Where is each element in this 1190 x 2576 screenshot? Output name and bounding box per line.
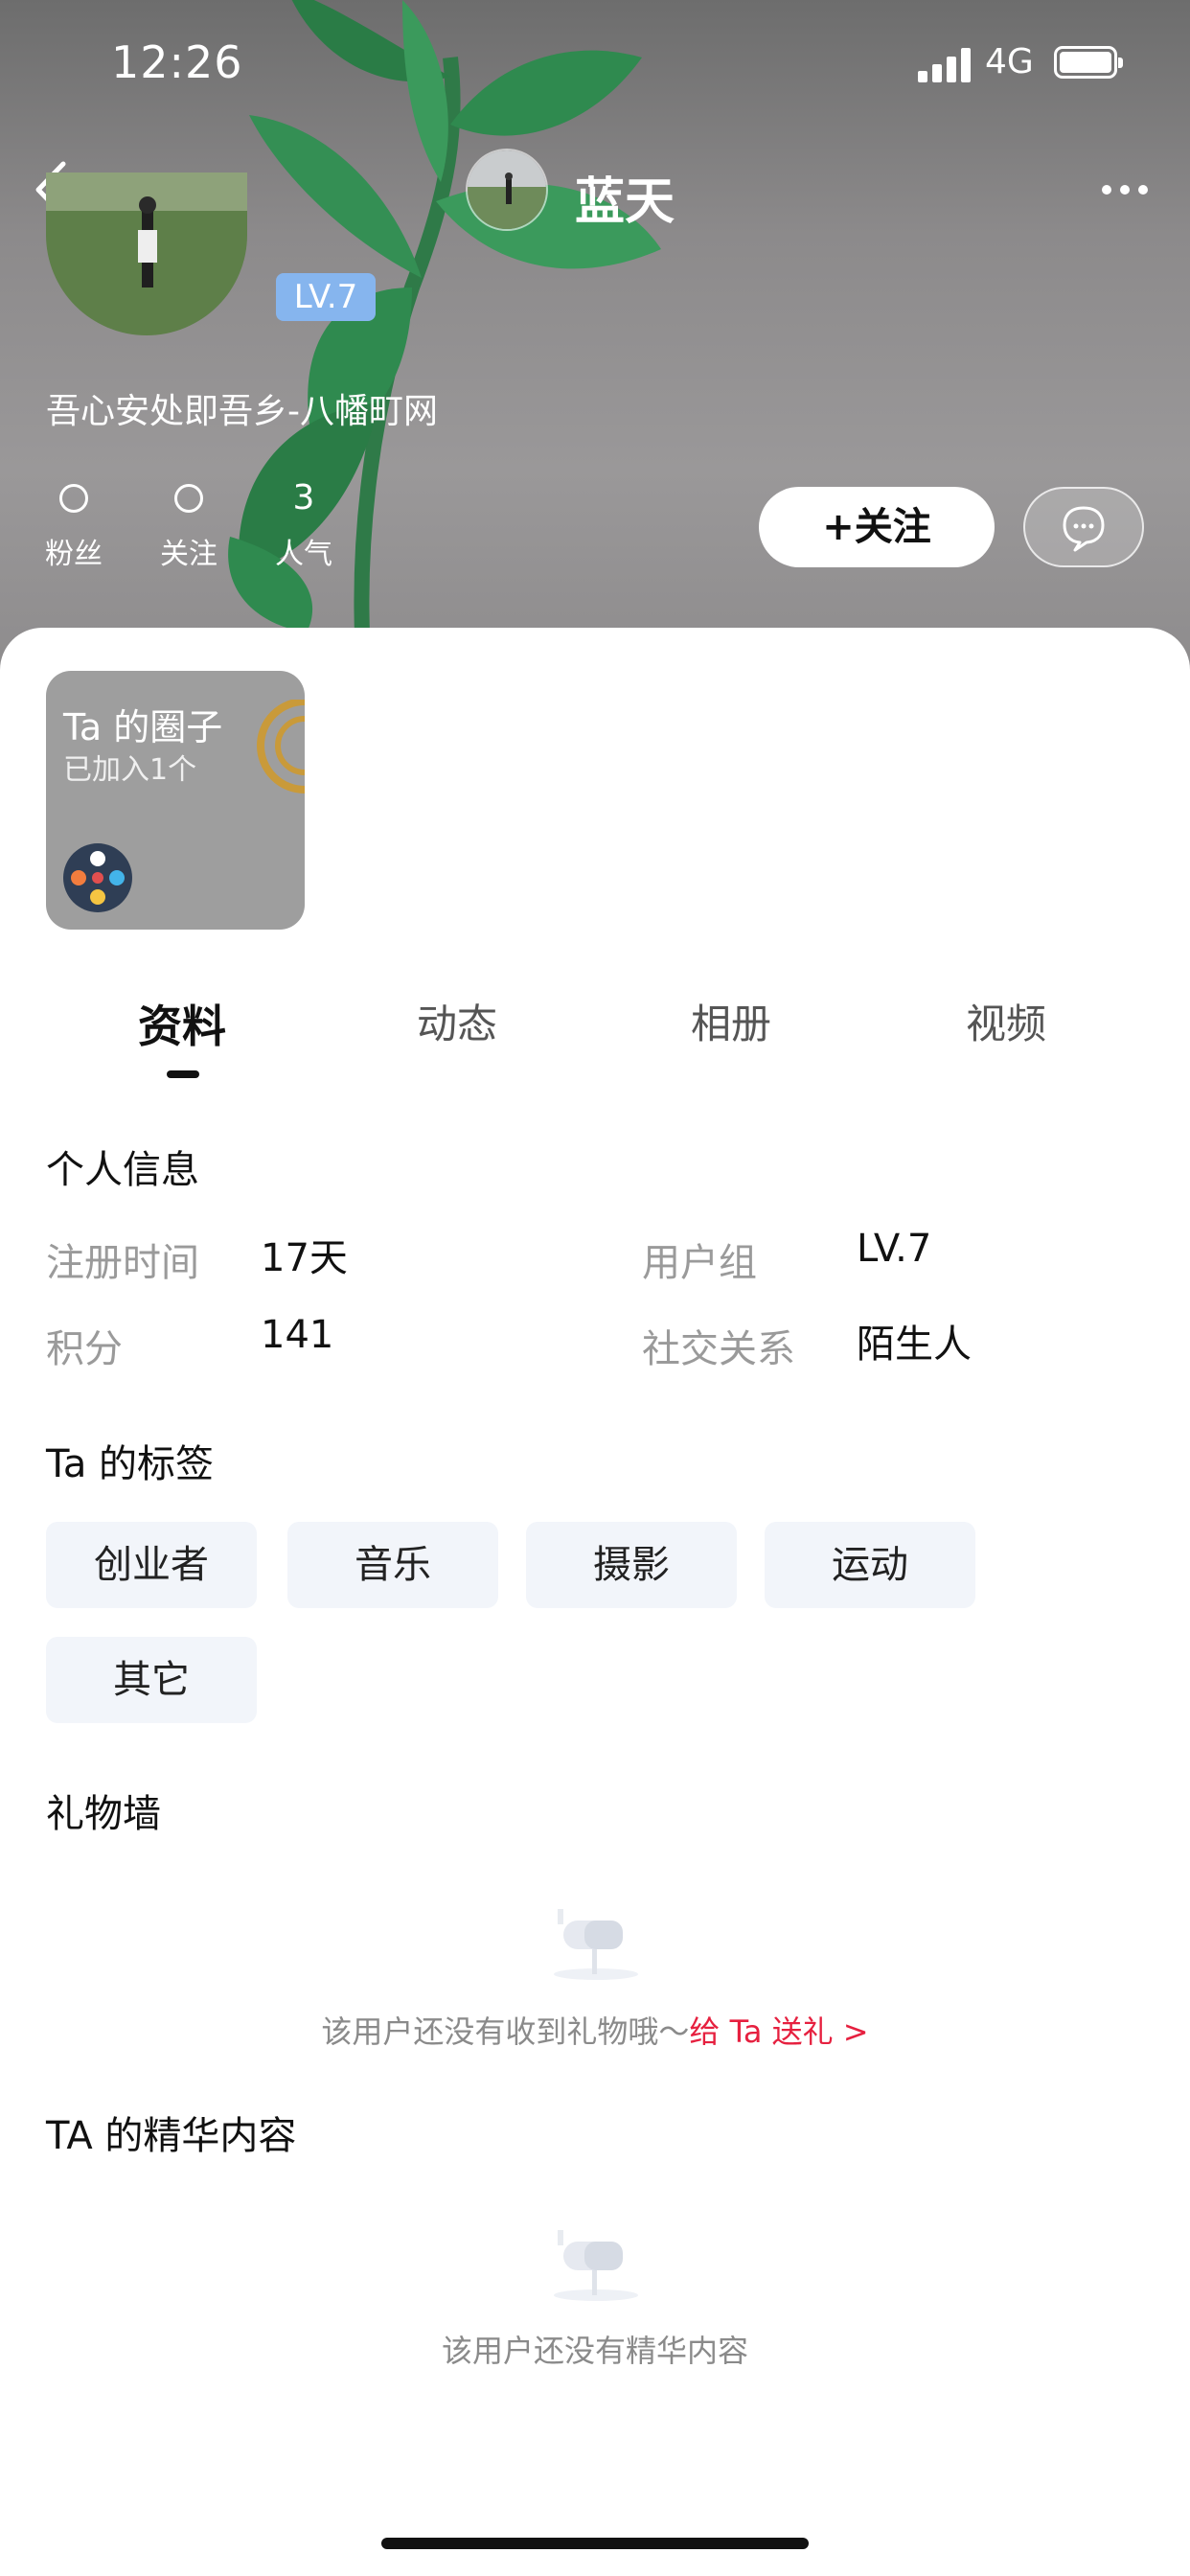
- message-button[interactable]: [1023, 487, 1144, 567]
- tag-chip[interactable]: 创业者: [46, 1522, 257, 1608]
- featured-empty-message: 该用户还没有精华内容: [441, 2333, 748, 2369]
- points-label: 积分: [46, 1327, 123, 1371]
- tab-profile-info[interactable]: 资料: [86, 992, 278, 1055]
- stat-popularity[interactable]: 3 人气: [261, 474, 347, 572]
- following-count-zero: [174, 484, 203, 513]
- gift-empty-text: 该用户还没有收到礼物哦～: [321, 2013, 690, 2050]
- tag-chip[interactable]: 运动: [765, 1522, 975, 1608]
- empty-mailbox-icon: [554, 1909, 638, 1980]
- gift-empty-message: 该用户还没有收到礼物哦～给 Ta 送礼 >: [0, 2008, 1190, 2052]
- popularity-count: 3: [292, 478, 315, 518]
- register-time-value: 17天: [261, 1236, 348, 1280]
- circle-decoration-icon: [257, 700, 305, 794]
- chat-bubble-icon: [1063, 506, 1105, 552]
- profile-tabs: 资料 动态 相册 视频: [0, 992, 1190, 1078]
- home-indicator[interactable]: [381, 2538, 809, 2549]
- personal-info-title: 个人信息: [46, 1148, 199, 1192]
- empty-mailbox-icon: [554, 2230, 638, 2301]
- tab-video[interactable]: 视频: [910, 992, 1102, 1050]
- active-tab-indicator: [167, 1070, 199, 1078]
- stat-fans[interactable]: 粉丝: [31, 474, 117, 572]
- status-time: 12:26: [111, 36, 243, 88]
- featured-content-title: TA 的精华内容: [46, 2114, 297, 2158]
- send-gift-link[interactable]: 给 Ta 送礼: [689, 2013, 833, 2050]
- fans-count-zero: [59, 484, 88, 513]
- battery-icon: [1054, 46, 1123, 79]
- tab-album[interactable]: 相册: [635, 992, 827, 1050]
- stat-following[interactable]: 关注: [146, 474, 232, 572]
- status-bar: 12:26 4G: [0, 0, 1190, 125]
- nav-avatar[interactable]: [466, 149, 548, 231]
- stat-popularity-label: 人气: [275, 538, 332, 571]
- relationship-value: 陌生人: [857, 1322, 972, 1367]
- profile-signature: 吾心安处即吾乡-八幡町网: [46, 392, 438, 431]
- circle-card-title: Ta 的圈子: [63, 706, 223, 748]
- nav-title-username: 蓝天: [575, 173, 675, 231]
- gift-wall-title: 礼物墙: [46, 1792, 161, 1836]
- network-type: 4G: [985, 42, 1034, 81]
- tag-chip[interactable]: 音乐: [287, 1522, 498, 1608]
- tags-section-title: Ta 的标签: [46, 1442, 215, 1486]
- signal-icon: [918, 48, 972, 82]
- tab-activity[interactable]: 动态: [361, 992, 553, 1050]
- tag-chip[interactable]: 其它: [46, 1637, 257, 1723]
- level-badge: LV.7: [276, 273, 376, 321]
- register-time-label: 注册时间: [46, 1241, 199, 1285]
- circle-logo-icon: [63, 843, 132, 912]
- relationship-label: 社交关系: [642, 1327, 795, 1371]
- circle-card-subtitle: 已加入1个: [63, 753, 197, 787]
- user-group-label: 用户组: [642, 1241, 757, 1285]
- profile-cover: 12:26 4G 蓝天 LV.7 吾心安处即吾乡-八幡町网 粉丝 关注 3 人气…: [0, 0, 1190, 671]
- more-options-icon[interactable]: [1102, 182, 1150, 197]
- stat-following-label: 关注: [160, 538, 217, 571]
- points-value: 141: [261, 1313, 334, 1357]
- chevron-right-icon[interactable]: >: [843, 2013, 869, 2050]
- tag-chip[interactable]: 摄影: [526, 1522, 737, 1608]
- stat-fans-label: 粉丝: [45, 538, 103, 571]
- follow-button[interactable]: +关注: [759, 487, 995, 567]
- circle-card[interactable]: Ta 的圈子 已加入1个: [46, 671, 305, 930]
- user-group-value: LV.7: [857, 1227, 932, 1271]
